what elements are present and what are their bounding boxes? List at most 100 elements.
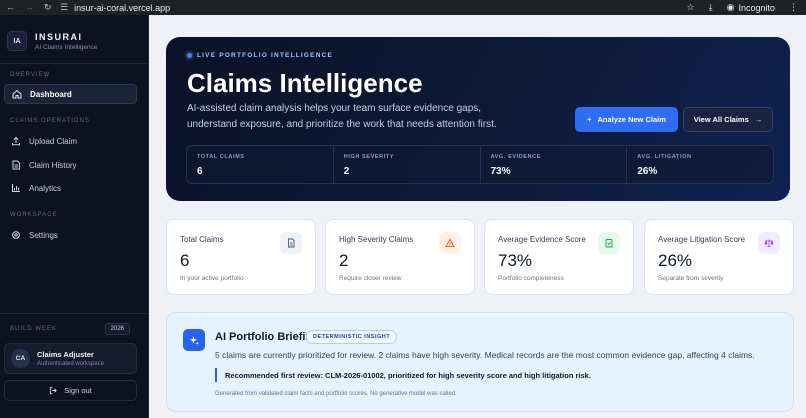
sidebar-item-label: Claim History [29,160,77,170]
browser-nav: ← → ↻ [0,2,60,13]
check-icon [598,232,620,254]
card-subtitle: Require closer review [339,275,402,282]
sign-out-icon [50,386,58,395]
card-title: Total Claims [180,235,224,244]
brand-subtitle: AI Claims Intelligence [35,43,98,51]
sidebar-divider [0,63,148,64]
metric-card-high-severity: High Severity Claims 2 Require closer re… [325,219,475,295]
sign-out-label: Sign out [64,386,92,395]
address-bar[interactable]: ☰ insur-ai-coral.vercel.app [60,1,687,14]
hero-banner: LIVE PORTFOLIO INTELLIGENCE Claims Intel… [166,37,790,201]
menu-icon[interactable]: ⋮ [789,2,798,13]
sidebar-item-claim-history[interactable]: Claim History [4,155,137,175]
card-subtitle: Portfolio completeness [498,275,564,282]
hero-tag-label: LIVE PORTFOLIO INTELLIGENCE [197,52,334,59]
sidebar-item-settings[interactable]: Settings [4,225,137,245]
analyze-new-claim-button[interactable]: + Analyze New Claim [575,107,678,132]
stat-value: 26% [637,166,658,177]
scale-icon [758,232,780,254]
build-week-label: BUILD WEEK [10,326,58,332]
build-week-year: 2026 [104,323,130,335]
sidebar-item-label: Analytics [29,183,62,193]
arrow-right-icon: → [754,115,763,124]
incognito-label: Incognito [738,2,775,13]
metric-card-evidence-score: Average Evidence Score 73% Portfolio com… [484,219,634,295]
section-overview: OVERVIEW [10,72,51,78]
user-workspace: Authenticated workspace [37,361,105,367]
analyze-button-label: Analyze New Claim [597,115,666,124]
section-claims-operations: CLAIMS OPERATIONS [10,118,90,124]
stat-label: AVG. EVIDENCE [490,154,541,160]
card-value: 2 [339,251,349,270]
sidebar-item-label: Dashboard [30,89,72,99]
bar-chart-icon [12,184,20,192]
card-subtitle: In your active portfolio [180,275,244,282]
stat-high-severity: HIGH SEVERITY 2 [334,146,481,183]
upload-icon [12,136,20,146]
briefing-recommendation: Recommended first review: CLM-2026-01002… [215,368,591,382]
page-title: Claims Intelligence [187,68,423,98]
stat-label: AVG. LITIGATION [637,154,692,160]
card-value: 6 [180,251,190,270]
deterministic-badge: DETERMINISTIC INSIGHT [306,330,398,344]
card-title: Average Litigation Score [658,235,746,244]
card-title: Average Evidence Score [498,235,586,244]
hero-stats: TOTAL CLAIMS 6 HIGH SEVERITY 2 AVG. EVID… [186,145,774,184]
view-all-button-label: View All Claims [693,115,749,124]
sidebar-item-analytics[interactable]: Analytics [4,178,137,198]
incognito-icon: ◉ [726,2,735,12]
incognito-indicator[interactable]: ◉ Incognito [727,2,775,13]
metric-card-litigation-score: Average Litigation Score 26% Separate fr… [644,219,794,295]
brand-logo: IA [7,31,27,51]
forward-icon[interactable]: → [25,2,34,13]
stat-avg-litigation: AVG. LITIGATION 26% [627,146,773,183]
sparkle-icon [183,329,205,351]
browser-actions: ☆ ⤓ ◉ Incognito ⋮ [687,2,806,13]
live-dot-icon [187,53,192,58]
user-name: Claims Adjuster [37,350,94,359]
briefing-title: AI Portfolio Briefing [215,331,319,343]
card-value: 73% [498,251,533,270]
bookmark-star-icon[interactable]: ☆ [687,2,695,13]
site-info-icon[interactable]: ☰ [60,2,68,13]
card-value: 26% [658,251,693,270]
stat-label: TOTAL CLAIMS [197,154,245,160]
reload-icon[interactable]: ↻ [44,2,52,13]
home-icon [12,89,22,99]
main-content: LIVE PORTFOLIO INTELLIGENCE Claims Intel… [148,15,806,418]
history-icon [12,160,20,170]
sidebar-item-upload-claim[interactable]: Upload Claim [4,131,137,151]
url-text: insur-ai-coral.vercel.app [74,2,171,13]
sidebar-item-label: Upload Claim [29,136,78,146]
briefing-footnote: Generated from validated claim facts and… [215,391,457,397]
browser-chrome: ← → ↻ ☰ insur-ai-coral.vercel.app ☆ ⤓ ◉ … [0,0,806,15]
warning-icon [439,232,461,254]
back-icon[interactable]: ← [6,2,15,13]
stat-avg-evidence: AVG. EVIDENCE 73% [481,146,628,183]
stat-value: 2 [343,166,350,177]
metric-card-total-claims: Total Claims 6 In your active portfolio [166,219,316,295]
document-icon [280,232,302,254]
sidebar: IA INSURAI AI Claims Intelligence OVERVI… [0,15,148,418]
brand-name: INSURAI [35,31,83,42]
hero-description: AI-assisted claim analysis helps your te… [187,103,497,130]
sidebar-divider [0,313,148,314]
plus-icon: + [587,115,592,124]
gear-icon [12,231,20,239]
avatar: CA [11,349,30,368]
sidebar-item-label: Settings [29,230,58,240]
sign-out-button[interactable]: Sign out [4,380,137,401]
user-card[interactable]: CA Claims Adjuster Authenticated workspa… [4,343,137,374]
card-subtitle: Separate from severity [658,275,724,282]
sidebar-item-dashboard[interactable]: Dashboard [4,84,137,104]
card-title: High Severity Claims [339,235,414,244]
view-all-claims-button[interactable]: View All Claims → [683,107,773,132]
download-icon[interactable]: ⤓ [709,2,713,13]
brand[interactable]: IA INSURAI AI Claims Intelligence [7,31,98,51]
stat-value: 6 [197,166,203,177]
ai-portfolio-briefing: AI Portfolio Briefing DETERMINISTIC INSI… [166,312,794,412]
hero-tag: LIVE PORTFOLIO INTELLIGENCE [187,52,333,59]
briefing-summary: 5 claims are currently prioritized for r… [215,350,755,360]
stat-value: 73% [490,166,511,177]
build-week: BUILD WEEK 2026 [10,323,130,335]
